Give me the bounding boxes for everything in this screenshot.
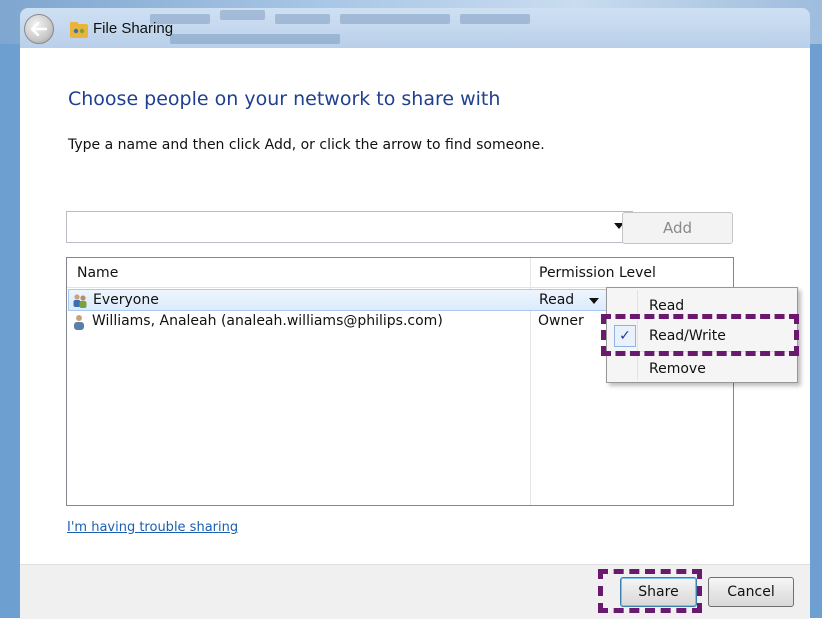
row-name-williams: Williams, Analeah (analeah.williams@phil… (92, 313, 443, 329)
trouble-sharing-link[interactable]: I'm having trouble sharing (67, 520, 238, 535)
column-header-name[interactable]: Name (77, 265, 118, 281)
file-sharing-icon (70, 22, 88, 38)
window-title: File Sharing (93, 20, 174, 37)
highlight-share-button (598, 569, 702, 613)
menu-item-remove[interactable]: Remove (609, 355, 795, 383)
window-edge-right (808, 44, 822, 618)
back-arrow-icon (31, 22, 47, 36)
instruction-text: Type a name and then click Add, or click… (68, 137, 545, 153)
background-window-tabs (150, 10, 580, 46)
highlight-read-write (601, 314, 799, 356)
name-combobox[interactable] (66, 211, 633, 243)
permission-dropdown-arrow-icon[interactable] (589, 298, 599, 304)
menu-item-remove-label: Remove (649, 361, 706, 377)
row-permission-everyone[interactable]: Read (539, 292, 574, 308)
group-icon (73, 294, 87, 308)
column-header-permission[interactable]: Permission Level (539, 265, 656, 281)
dialog-heading: Choose people on your network to share w… (68, 88, 501, 110)
menu-item-read-label: Read (649, 298, 685, 314)
add-button[interactable]: Add (622, 212, 733, 244)
list-row-williams[interactable]: Williams, Analeah (analeah.williams@phil… (68, 311, 612, 333)
cancel-button[interactable]: Cancel (708, 577, 794, 607)
row-permission-owner: Owner (538, 313, 584, 329)
back-button[interactable] (24, 14, 54, 44)
user-icon (74, 315, 84, 330)
row-name-everyone: Everyone (93, 292, 159, 308)
list-row-everyone[interactable]: Everyone Read (68, 289, 612, 311)
window-edge-left (0, 44, 20, 618)
